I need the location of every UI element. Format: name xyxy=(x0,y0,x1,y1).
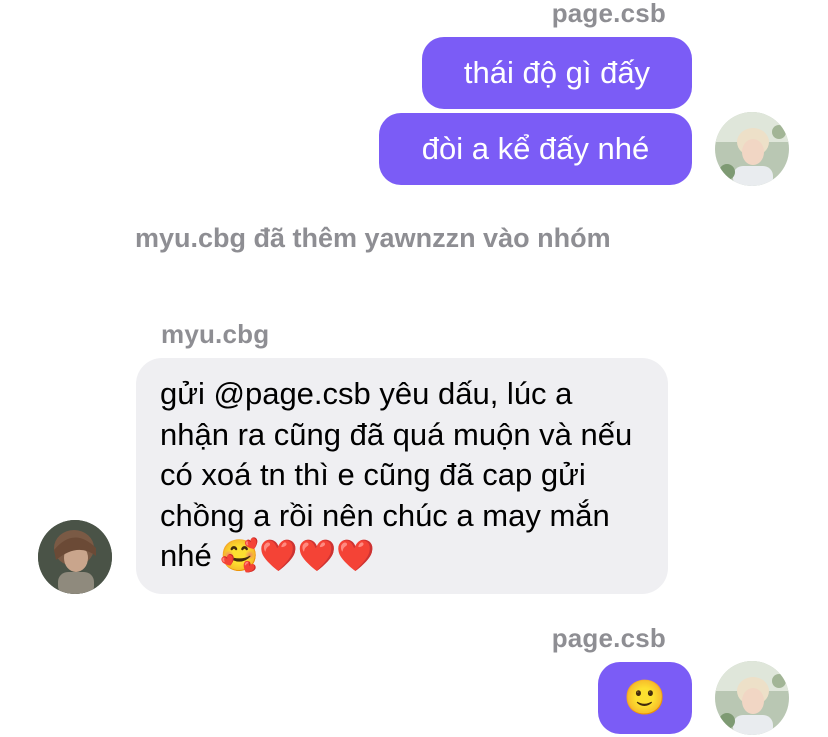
message-bubble-outgoing[interactable]: 🙂 xyxy=(598,662,692,734)
sender-name-page-csb: page.csb xyxy=(551,623,666,653)
message-text: đòi a kể đấy nhé xyxy=(421,131,650,166)
slightly-smiling-face-emoji: 🙂 xyxy=(623,678,667,718)
avatar-page-csb[interactable] xyxy=(715,112,789,186)
message-bubble-outgoing[interactable]: đòi a kể đấy nhé xyxy=(379,113,692,185)
avatar-image xyxy=(38,520,112,594)
message-bubble-incoming[interactable]: gửi @page.csb yêu dấu, lúc a nhận ra cũn… xyxy=(136,358,668,594)
avatar-image xyxy=(715,661,789,735)
avatar-page-csb[interactable] xyxy=(715,661,789,735)
avatar-image xyxy=(715,112,789,186)
message-bubble-outgoing[interactable]: thái độ gì đấy xyxy=(422,37,692,109)
message-text: thái độ gì đấy xyxy=(463,55,651,90)
avatar-myu-cbg[interactable] xyxy=(38,520,112,594)
sender-name-myu-cbg: myu.cbg xyxy=(161,319,270,349)
red-heart-emojis: ❤️❤️❤️ xyxy=(258,538,375,574)
system-notice: myu.cbg đã thêm yawnzzn vào nhóm xyxy=(135,223,611,253)
smiling-face-with-hearts-emoji: 🥰 xyxy=(220,538,259,574)
sender-name-page-csb: page.csb xyxy=(551,0,666,28)
